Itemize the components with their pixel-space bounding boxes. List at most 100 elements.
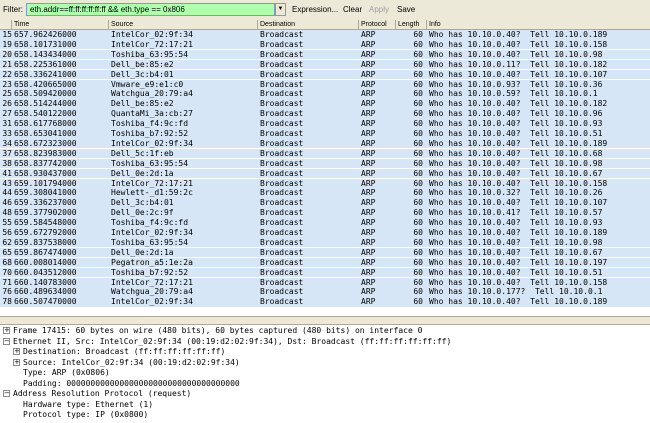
packet-no: 41 [2,168,12,178]
table-row[interactable]: 22 658.336241000 Dell_3c:b4:01 Broadcast ARP… [0,69,650,80]
packet-length: 60 [413,168,423,178]
packet-no: 48 [2,208,12,218]
table-row[interactable]: 33 658.653041000 Toshiba_b7:92:52 Broadcast… [0,129,650,139]
table-row[interactable]: 26 658.514244000 Dell_be:85:e2 Broadcast ARP… [0,99,650,109]
packet-protocol: ARP [361,297,376,307]
save-button[interactable]: Save [397,5,415,14]
detail-tree-item[interactable]: + Source: IntelCor_02:9f:34 (00:19:d2:02:… [0,358,650,368]
clear-button[interactable]: Clear [343,5,362,14]
packet-destination: Broadcast [260,138,304,148]
table-row[interactable]: 71 660.140783000 IntelCor_72:17:21 Broadcas… [0,277,650,287]
packet-details-tree[interactable]: + Frame 17415: 60 bytes on wire (480 bits… [0,325,650,423]
packet-protocol: ARP [361,99,376,109]
packet-info: Who has 10.10.0.40? Tell 10.10.0.158 [429,178,608,188]
detail-tree-item[interactable]: − Ethernet II, Src: IntelCor_02:9f:34 (00… [0,337,650,347]
packet-length: 60 [413,297,423,307]
packet-destination: Broadcast [260,277,304,287]
packet-info: Who has 10.10.0.40? Tell 10.10.0.93 [429,119,603,129]
column-header-destination[interactable]: Destination [258,20,359,29]
filter-toolbar: Filter: eth.addr==ff:ff:ff:ff:ff:ff && e… [0,0,650,19]
table-row[interactable]: 78 660.507470000 IntelCor_02:9f:34 Broadcas… [0,297,650,307]
packet-no: 68 [2,257,12,267]
packet-no: 78 [2,297,12,307]
packet-no: 25 [2,89,12,99]
packet-protocol: ARP [361,30,376,39]
table-row[interactable]: 56 659.672792000 IntelCor_02:9f:34 Broadcas… [0,228,650,238]
packet-time: 657.962426000 [14,30,77,39]
collapse-icon[interactable]: − [3,337,10,345]
table-row[interactable]: 23 658.420665000 Vmware_e9:e1:c0 Broadcast A… [0,79,650,89]
packet-length: 60 [413,228,423,237]
table-row[interactable]: 70 660.043512000 Toshiba_b7:92:52 Broadcast… [0,267,650,278]
table-row[interactable]: 55 659.584548000 Toshiba_f4:9c:fd Broadcast… [0,218,650,228]
packet-no: 22 [2,69,12,79]
detail-tree-label: Frame 17415: 60 bytes on wire (480 bits)… [13,326,423,335]
packet-destination: Broadcast [260,148,304,158]
packet-destination: Broadcast [260,287,304,297]
table-row[interactable]: 62 659.837538000 Toshiba_63:95:54 Broadcast… [0,237,650,248]
detail-tree-item[interactable]: Padding: 0000000000000000000000000000000… [0,379,650,389]
detail-tree-item[interactable]: Hardware type: Ethernet (1) [0,400,650,410]
packet-time: 658.837742000 [14,158,77,168]
packet-info: Who has 10.10.0.11? Tell 10.10.0.182 [429,59,608,69]
column-header-protocol[interactable]: Protocol [359,20,396,29]
table-row[interactable]: 34 658.672323000 IntelCor_02:9f:34 Broadcas… [0,138,650,149]
detail-tree-item[interactable]: + Frame 17415: 60 bytes on wire (480 bits… [0,326,650,336]
packet-info: Who has 10.10.0.40? Tell 10.10.0.93 [429,218,603,228]
table-row[interactable]: 31 658.617768000 Toshiba_f4:9c:fd Broadcast… [0,119,650,129]
packet-no: 55 [2,218,12,228]
detail-tree-item[interactable]: Type: ARP (0x0806) [0,368,650,378]
packet-time: 658.420665000 [14,79,77,89]
packet-destination: Broadcast [260,198,304,208]
detail-tree-item[interactable]: Protocol type: IP (0x0800) [0,410,650,420]
packet-source: Toshiba_63:95:54 [111,237,189,247]
expand-icon[interactable]: + [3,327,10,334]
filter-input[interactable]: eth.addr==ff:ff:ff:ff:ff:ff && eth.type … [26,3,275,16]
table-row[interactable]: 68 660.008014000 Pegatron_a5:1e:2a Broadcas… [0,257,650,268]
packet-destination: Broadcast [260,188,304,198]
table-row[interactable]: 46 659.336237000 Dell_3c:b4:01 Broadcast ARP… [0,198,650,208]
expand-icon[interactable]: + [13,358,20,366]
column-header-source[interactable]: Source [109,20,258,29]
apply-button[interactable]: Apply [369,5,389,14]
column-header-time[interactable]: Time [12,20,109,29]
packet-time: 659.867474000 [14,247,77,257]
table-row[interactable]: 43 659.101794000 IntelCor_72:17:21 Broadcas… [0,178,650,188]
table-row[interactable]: 37 658.823983000 Dell_5c:1f:eb Broadcast ARP… [0,148,650,159]
packet-length: 60 [413,257,423,267]
packet-protocol: ARP [361,188,376,198]
detail-tree-item[interactable]: − Address Resolution Protocol (request) [0,389,650,399]
table-row[interactable]: 44 659.308041000 Hewlett-_d1:59:2c Broadcas… [0,188,650,198]
table-row[interactable]: 65 659.867474000 Dell_0e:2d:1a Broadcast ARP… [0,247,650,258]
packet-time: 660.043512000 [14,267,77,277]
column-header-info[interactable]: Info [427,20,650,29]
table-row[interactable]: 27 658.540122000 QuantaMi_3a:cb:27 Broadcas… [0,109,650,119]
table-row[interactable]: 25 658.509420000 Watchgua_20:79:a4 Broadcas… [0,89,650,99]
filter-label: Filter: [3,5,23,14]
filter-history-dropdown-icon[interactable]: ▼ [275,3,286,16]
column-header-no[interactable] [0,20,12,29]
table-row[interactable]: 48 659.377902000 Dell_0e:2c:9f Broadcast ARP… [0,208,650,218]
table-row[interactable]: 38 658.837742000 Toshiba_63:95:54 Broadcast… [0,158,650,169]
expression-button[interactable]: Expression... [292,5,338,14]
expand-icon[interactable]: + [13,348,20,355]
pane-splitter[interactable] [0,316,650,325]
packet-protocol: ARP [361,218,376,228]
table-row[interactable]: 76 660.489634000 Watchgua_20:79:a4 Broadcas… [0,287,650,297]
packet-source: IntelCor_72:17:21 [111,178,193,188]
table-row[interactable]: 41 658.930437000 Dell_0e:2d:1a Broadcast ARP… [0,168,650,179]
packet-no: 56 [2,228,12,237]
packet-list[interactable]: 15 657.962426000 IntelCor_02:9f:34 Broadcas… [0,30,650,316]
detail-tree-item[interactable]: + Destination: Broadcast (ff:ff:ff:ff:ff:… [0,347,650,357]
packet-info: Who has 10.10.0.40? Tell 10.10.0.189 [429,138,608,148]
packet-source: IntelCor_02:9f:34 [111,297,193,307]
table-row[interactable]: 20 658.143434000 Toshiba_63:95:54 Broadcast… [0,49,650,60]
packet-no: 33 [2,129,12,138]
packet-destination: Broadcast [260,89,304,99]
packet-protocol: ARP [361,257,376,267]
collapse-icon[interactable]: − [3,390,10,397]
table-row[interactable]: 21 658.225361000 Dell_be:85:e2 Broadcast ARP… [0,59,650,70]
table-row[interactable]: 19 658.101731000 IntelCor_72:17:21 Broadcas… [0,39,650,50]
column-header-length[interactable]: Length [396,20,427,29]
table-row[interactable]: 15 657.962426000 IntelCor_02:9f:34 Broadcas… [0,30,650,40]
